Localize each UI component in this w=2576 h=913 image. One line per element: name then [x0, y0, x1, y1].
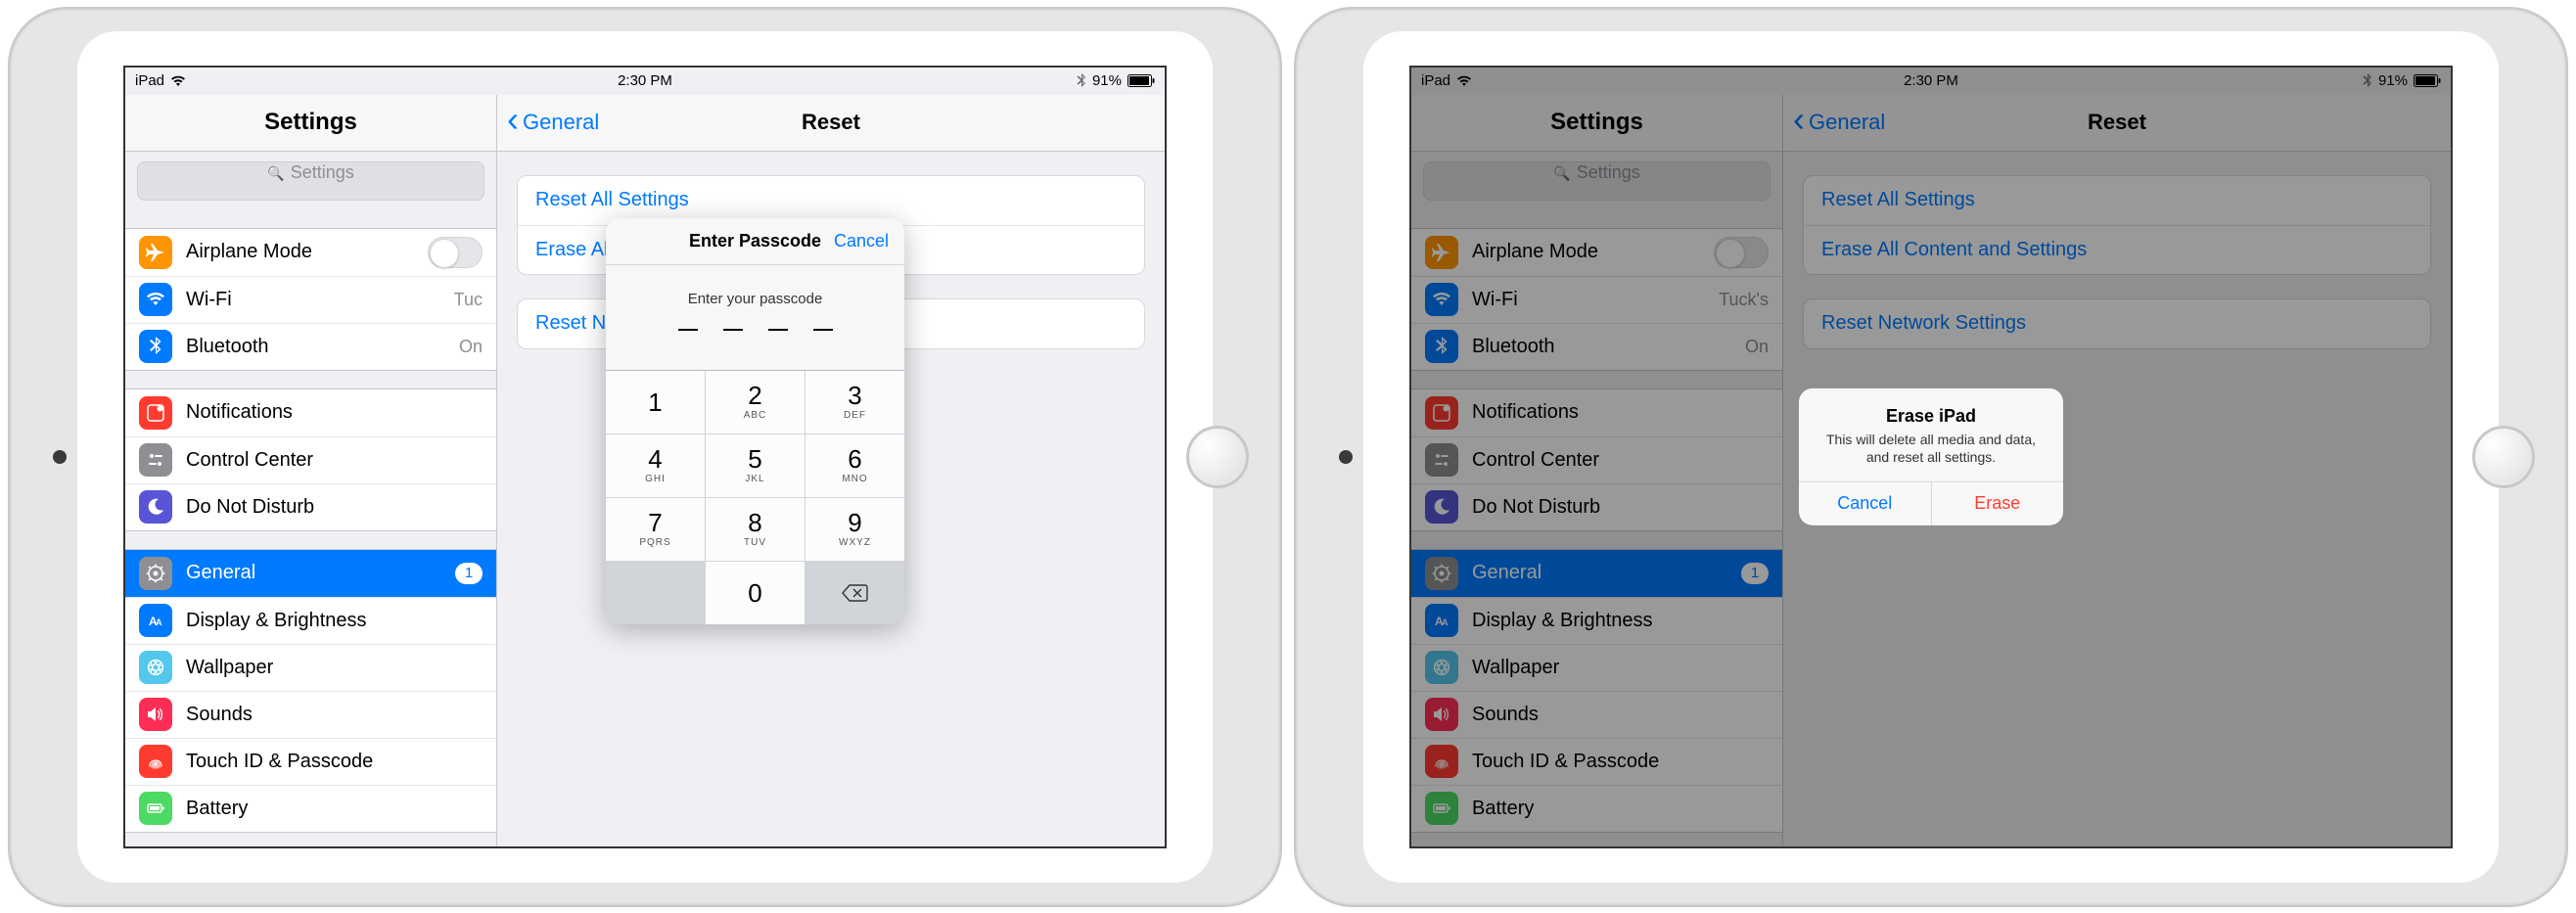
sidebar-item-notifications[interactable]: Notifications [125, 389, 496, 436]
display-icon: AA [139, 604, 172, 637]
sidebar-item-label: Airplane Mode [186, 241, 312, 263]
keypad-8[interactable]: 8TUV [706, 498, 805, 561]
detail-title: Reset [802, 110, 860, 135]
keypad-9[interactable]: 9WXYZ [805, 498, 904, 561]
sidebar-title: Settings [125, 95, 496, 152]
badge: 1 [455, 563, 483, 584]
keypad-4[interactable]: 4GHI [606, 434, 705, 497]
sidebar-item-wi-fi[interactable]: Wi-Fi Tuc [125, 276, 496, 323]
alert-title: Erase iPad [1799, 388, 2063, 430]
status-bar: iPad 2:30 PM 91% [125, 68, 1165, 95]
status-carrier: iPad [135, 72, 164, 89]
sidebar-item-control-center[interactable]: Control Center [125, 436, 496, 483]
wallpaper-icon [139, 651, 172, 684]
sidebar: Settings Settings Airplane Mode Wi-Fi Tuc B… [125, 95, 497, 846]
popover-header: Enter Passcode Cancel [606, 218, 904, 265]
alert-message: This will delete all media and data, and… [1799, 430, 2063, 480]
sidebar-item-battery[interactable]: Battery [125, 785, 496, 832]
keypad-0[interactable]: 0 [706, 562, 805, 624]
popover-title: Enter Passcode [689, 231, 821, 251]
detail-header: General Reset [497, 95, 1165, 152]
popover-prompt: Enter your passcode [606, 265, 904, 317]
sidebar-item-label: Sounds [186, 704, 253, 726]
airplane-icon [139, 236, 172, 269]
sidebar-item-sounds[interactable]: Sounds [125, 691, 496, 738]
sounds-icon [139, 698, 172, 731]
sidebar-item-label: Control Center [186, 449, 313, 472]
bluetooth-icon [139, 330, 172, 363]
ipad-frame-left: iPad 2:30 PM 91% [8, 7, 1282, 907]
passcode-dots [606, 317, 904, 370]
sidebar-scroll: Airplane Mode Wi-Fi Tuc Bluetooth On Notifica… [125, 210, 496, 833]
sidebar-item-do-not-disturb[interactable]: Do Not Disturb [125, 483, 496, 530]
airplane-toggle[interactable] [428, 237, 483, 268]
passcode-popover: Enter Passcode Cancel Enter your passcod… [606, 218, 904, 624]
search-input[interactable]: Settings [137, 161, 484, 201]
home-button[interactable] [2472, 426, 2535, 488]
keypad-6[interactable]: 6MNO [805, 434, 904, 497]
bezel: iPad 2:30 PM 91% [77, 31, 1213, 883]
keypad-2[interactable]: 2ABC [706, 371, 805, 434]
sidebar-item-value: On [459, 337, 483, 357]
camera-dot [53, 450, 67, 464]
screen-left: iPad 2:30 PM 91% [123, 66, 1167, 848]
sidebar-item-wallpaper[interactable]: Wallpaper [125, 644, 496, 691]
svg-text:A: A [156, 617, 162, 627]
sidebar-item-label: Battery [186, 798, 248, 820]
notifications-icon [139, 396, 172, 430]
sidebar-item-display-brightness[interactable]: AA Display & Brightness [125, 597, 496, 644]
camera-dot [1339, 450, 1353, 464]
sidebar-item-touch-id-passcode[interactable]: Touch ID & Passcode [125, 738, 496, 785]
sidebar-item-label: General [186, 562, 255, 584]
sidebar-item-value: Tuc [454, 290, 483, 310]
sidebar-item-general[interactable]: General 1 [125, 550, 496, 597]
status-battery-pct: 91% [1092, 72, 1122, 89]
keypad-3[interactable]: 3DEF [805, 371, 904, 434]
touchid-icon [139, 745, 172, 778]
sidebar-item-label: Bluetooth [186, 336, 269, 358]
bezel: iPad 2:30 PM 91% [1363, 31, 2499, 883]
search-wrap: Settings [125, 152, 496, 210]
sidebar-item-label: Wi-Fi [186, 289, 232, 311]
general-icon [139, 557, 172, 590]
sidebar-item-label: Notifications [186, 401, 293, 424]
sidebar-item-label: Touch ID & Passcode [186, 751, 373, 773]
alert-cancel-button[interactable]: Cancel [1799, 482, 1931, 525]
sidebar-item-label: Do Not Disturb [186, 496, 314, 519]
keypad: 12ABC3DEF 4GHI5JKL6MNO 7PQRS8TUV9WXYZ0 [606, 370, 904, 624]
popover-cancel-button[interactable]: Cancel [834, 231, 889, 251]
status-time: 2:30 PM [618, 72, 672, 89]
wifi-icon [139, 283, 172, 316]
ipad-frame-right: iPad 2:30 PM 91% [1294, 7, 2568, 907]
keypad-blank [606, 562, 705, 624]
keypad-7[interactable]: 7PQRS [606, 498, 705, 561]
sidebar-item-label: Wallpaper [186, 657, 273, 679]
control-icon [139, 443, 172, 477]
sidebar-item-bluetooth[interactable]: Bluetooth On [125, 323, 496, 370]
keypad-1[interactable]: 1 [606, 371, 705, 434]
keypad-delete[interactable] [805, 562, 904, 624]
dnd-icon [139, 490, 172, 524]
home-button[interactable] [1186, 426, 1249, 488]
erase-alert: Erase iPad This will delete all media an… [1799, 388, 2063, 525]
bluetooth-icon [1077, 73, 1086, 88]
alert-erase-button[interactable]: Erase [1931, 482, 2064, 525]
sidebar-item-label: Display & Brightness [186, 610, 367, 632]
battery-icon [1127, 74, 1155, 87]
back-button[interactable]: General [497, 110, 599, 135]
screen-right: iPad 2:30 PM 91% [1409, 66, 2453, 848]
sidebar-item-airplane-mode[interactable]: Airplane Mode [125, 229, 496, 276]
battery-icon [139, 792, 172, 825]
wifi-icon [170, 75, 186, 87]
keypad-5[interactable]: 5JKL [706, 434, 805, 497]
